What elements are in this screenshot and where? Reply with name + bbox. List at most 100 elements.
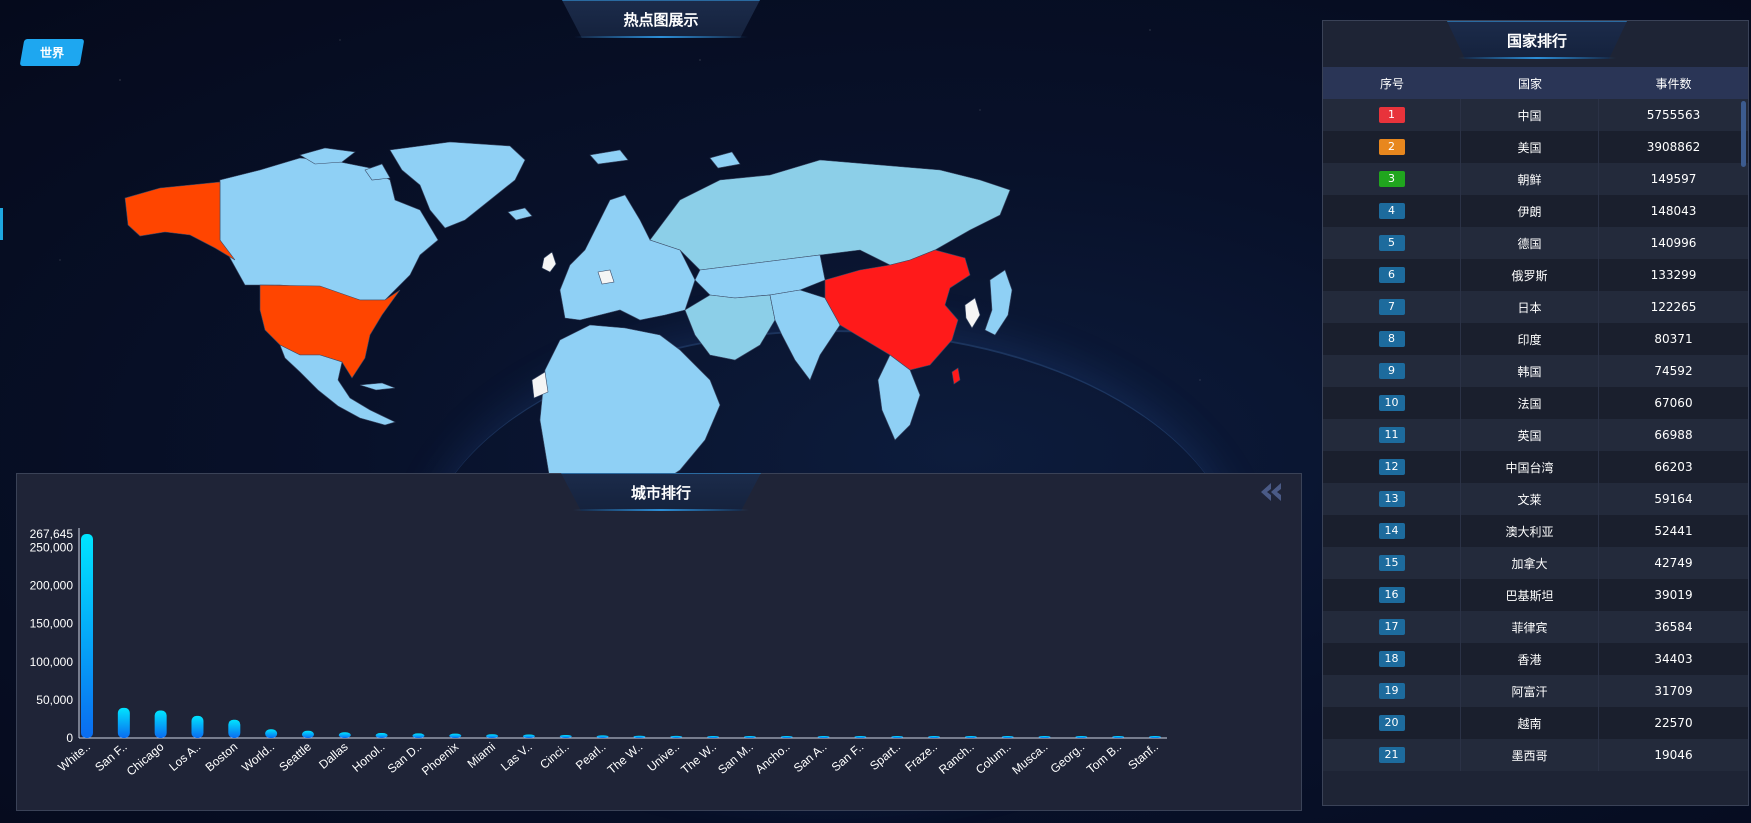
city-bar[interactable] [743, 736, 756, 738]
map-middle-east[interactable] [684, 294, 776, 361]
ranking-row[interactable]: 7 日本 122265 [1323, 291, 1748, 323]
city-bar[interactable] [1038, 736, 1051, 738]
map-china[interactable] [824, 249, 971, 371]
country-cell: 伊朗 [1461, 195, 1599, 227]
city-bar[interactable] [449, 733, 462, 738]
city-bar[interactable] [375, 733, 388, 738]
ranking-row[interactable]: 10 法国 67060 [1323, 387, 1748, 419]
map-uk[interactable] [541, 251, 557, 273]
city-bar[interactable] [338, 732, 351, 738]
rank-cell: 14 [1323, 515, 1461, 547]
world-heat-map[interactable] [120, 140, 1130, 480]
city-bar[interactable] [559, 734, 572, 738]
map-canada[interactable] [219, 157, 439, 301]
city-bar[interactable] [117, 707, 130, 738]
ranking-row[interactable]: 9 韩国 74592 [1323, 355, 1748, 387]
x-tick-label: Dallas [316, 740, 351, 772]
country-ranking-title-text: 国家排行 [1506, 31, 1567, 50]
y-tick-label: 200,000 [30, 579, 74, 593]
city-bar[interactable] [154, 710, 167, 738]
ranking-row[interactable]: 18 香港 34403 [1323, 643, 1748, 675]
ranking-row[interactable]: 5 德国 140996 [1323, 227, 1748, 259]
city-bar[interactable] [486, 734, 499, 738]
rank-cell: 6 [1323, 259, 1461, 291]
rank-cell: 8 [1323, 323, 1461, 355]
city-bar[interactable] [596, 735, 609, 738]
city-bar[interactable] [228, 719, 241, 738]
ranking-row[interactable]: 17 菲律宾 36584 [1323, 611, 1748, 643]
ranking-row[interactable]: 15 加拿大 42749 [1323, 547, 1748, 579]
x-tick-label: Ancho.. [752, 740, 792, 777]
map-japan[interactable] [984, 269, 1013, 336]
country-cell: 印度 [1461, 323, 1599, 355]
city-bar[interactable] [1001, 736, 1014, 738]
map-caribbean[interactable] [359, 382, 396, 391]
ranking-row[interactable]: 19 阿富汗 31709 [1323, 675, 1748, 707]
city-bar[interactable] [854, 736, 867, 738]
x-tick-label: Chicago [124, 739, 167, 778]
rank-cell: 19 [1323, 675, 1461, 707]
city-bar[interactable] [817, 736, 830, 738]
count-cell: 122265 [1650, 300, 1697, 314]
country-ranking-panel: 国家排行 序号 国家 事件数 1 中国 5755563 2 美国 3908862 3 朝鲜 14… [1322, 20, 1749, 806]
map-svalbard[interactable] [589, 149, 741, 169]
ranking-row[interactable]: 20 越南 22570 [1323, 707, 1748, 739]
city-bar[interactable] [670, 735, 683, 738]
city-bar[interactable] [964, 736, 977, 738]
ranking-row[interactable]: 3 朝鲜 149597 [1323, 163, 1748, 195]
country-cell: 德国 [1461, 227, 1599, 259]
ranking-row[interactable]: 21 墨西哥 19046 [1323, 739, 1748, 771]
ranking-row[interactable]: 13 文莱 59164 [1323, 483, 1748, 515]
ranking-table-body[interactable]: 1 中国 5755563 2 美国 3908862 3 朝鲜 149597 4 伊朗 148043 5 德… [1323, 99, 1748, 805]
city-bar[interactable] [891, 736, 904, 738]
country-cell: 巴基斯坦 [1461, 579, 1599, 611]
city-bar[interactable] [265, 729, 278, 738]
map-iceland[interactable] [507, 207, 533, 221]
map-taiwan[interactable] [951, 367, 961, 385]
count-cell: 52441 [1654, 524, 1693, 538]
country-cell: 法国 [1461, 387, 1599, 419]
city-bar[interactable] [1112, 736, 1125, 738]
ranking-row[interactable]: 16 巴基斯坦 39019 [1323, 579, 1748, 611]
ranking-row[interactable]: 2 美国 3908862 [1323, 131, 1748, 163]
ranking-row[interactable]: 1 中国 5755563 [1323, 99, 1748, 131]
city-bar[interactable] [1149, 736, 1161, 738]
city-bar[interactable] [301, 730, 314, 738]
world-region-button[interactable]: 世界 [19, 39, 85, 66]
ranking-row[interactable]: 12 中国台湾 66203 [1323, 451, 1748, 483]
city-bar[interactable] [780, 736, 793, 738]
x-tick-label: Las V.. [498, 740, 535, 774]
ranking-row[interactable]: 14 澳大利亚 52441 [1323, 515, 1748, 547]
rank-cell: 10 [1323, 387, 1461, 419]
map-africa[interactable] [539, 324, 721, 480]
city-bar[interactable] [928, 736, 941, 738]
ranking-row[interactable]: 11 英国 66988 [1323, 419, 1748, 451]
country-cell: 朝鲜 [1461, 163, 1599, 195]
map-alaska[interactable] [124, 181, 236, 261]
city-bar[interactable] [633, 735, 646, 738]
rank-cell: 2 [1323, 131, 1461, 163]
city-bar[interactable] [522, 734, 535, 738]
rank-badge: 3 [1378, 171, 1405, 187]
city-bar[interactable] [412, 733, 425, 738]
ranking-row[interactable]: 8 印度 80371 [1323, 323, 1748, 355]
y-tick-label: 250,000 [30, 540, 74, 554]
city-bar[interactable] [707, 736, 720, 738]
map-korea[interactable] [964, 297, 981, 329]
x-tick-label: Georg.. [1048, 740, 1088, 776]
rank-cell: 21 [1323, 739, 1461, 771]
ranking-row[interactable]: 6 俄罗斯 133299 [1323, 259, 1748, 291]
ranking-row[interactable]: 4 伊朗 148043 [1323, 195, 1748, 227]
country-cell: 美国 [1461, 131, 1599, 163]
ranking-scrollbar[interactable] [1741, 101, 1746, 167]
country-cell: 文莱 [1461, 483, 1599, 515]
city-bar[interactable] [81, 534, 93, 738]
country-cell: 日本 [1461, 291, 1599, 323]
count-cell: 149597 [1650, 172, 1697, 186]
x-tick-label: Phoenix [419, 740, 461, 779]
x-tick-label: Los A.. [166, 740, 203, 774]
city-bar[interactable] [1075, 736, 1088, 738]
map-russia[interactable] [649, 159, 1011, 271]
city-bar[interactable] [191, 715, 204, 738]
double-chevron-left-icon[interactable] [1259, 482, 1283, 502]
